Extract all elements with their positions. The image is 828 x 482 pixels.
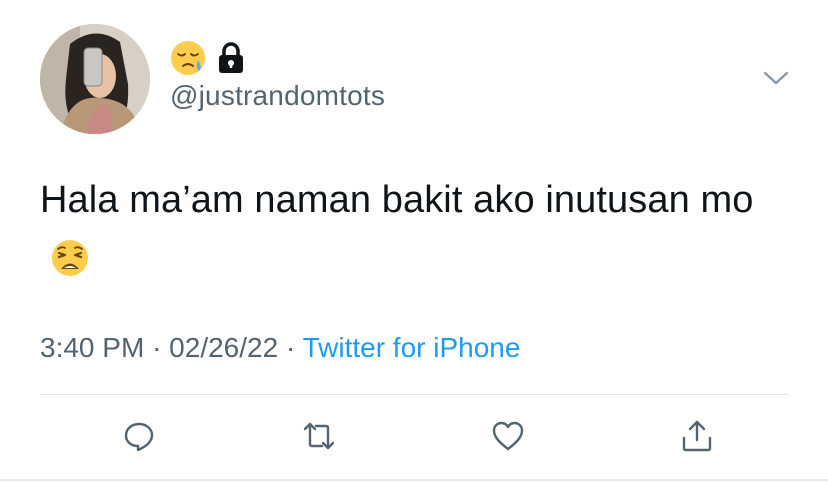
share-icon (682, 420, 712, 452)
tweet-text: Hala ma’am naman bakit ako inutusan mo (40, 170, 800, 290)
meta-separator: · (152, 332, 162, 363)
chevron-down-icon[interactable] (760, 68, 792, 88)
tweet-time[interactable]: 3:40 PM (40, 332, 144, 363)
reply-button[interactable] (121, 418, 157, 454)
meta-separator: · (285, 332, 296, 363)
tweet-date[interactable]: 02/26/22 (169, 332, 278, 363)
retweet-button[interactable] (301, 418, 337, 454)
lock-icon (219, 42, 243, 73)
tweet-source-link[interactable]: Twitter for iPhone (303, 332, 521, 363)
display-name[interactable] (170, 40, 246, 76)
tweet-meta: 3:40 PM · 02/26/22 · Twitter for iPhone (40, 332, 520, 364)
user-handle[interactable]: @justrandomtots (170, 80, 385, 112)
share-button[interactable] (679, 418, 715, 454)
heart-icon (492, 421, 524, 451)
sleepy-face-emoji (171, 41, 205, 75)
avatar-photo (40, 24, 150, 134)
avatar[interactable] (40, 24, 150, 134)
like-button[interactable] (490, 418, 526, 454)
divider (40, 394, 788, 395)
retweet-icon (303, 422, 335, 450)
tweet-text-content: Hala ma’am naman bakit ako inutusan mo (40, 179, 754, 221)
weary-face-emoji (52, 240, 88, 276)
reply-icon (124, 422, 154, 452)
bottom-border (0, 479, 828, 481)
